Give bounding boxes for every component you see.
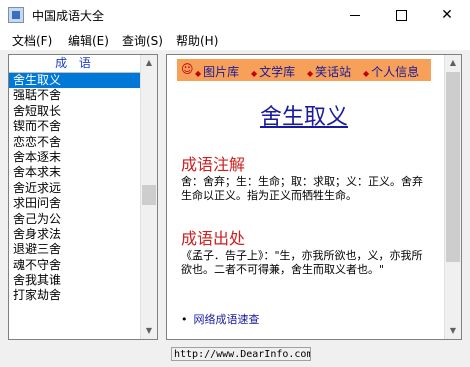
section-heading-annotation: 成语注解 (181, 155, 246, 174)
status-url: http://www.DearInfo.com (171, 347, 311, 361)
menu-file[interactable]: 文档(F) (12, 32, 52, 49)
nav-link-literature[interactable]: 文学库 (251, 63, 295, 80)
quick-lookup-link-item[interactable]: • 网络成语速查 (181, 311, 260, 327)
list-item[interactable]: 舍近求远 (9, 181, 141, 196)
list-scrollbar[interactable]: ▲ ▼ (140, 55, 157, 339)
list-item[interactable]: 舍短取长 (9, 104, 141, 119)
scroll-down-icon[interactable]: ▼ (445, 323, 461, 339)
menu-edit[interactable]: 编辑(E) (68, 32, 109, 49)
quick-lookup-link[interactable]: 网络成语速查 (194, 313, 260, 326)
minimize-icon (350, 15, 360, 16)
window-title: 中国成语大全 (32, 9, 105, 23)
content-nav-bar: ☺ 图片库 文学库 笑话站 个人信息 (177, 59, 431, 81)
list-item[interactable]: 舍己为公 (9, 212, 141, 227)
list-item[interactable]: 求田问舍 (9, 196, 141, 211)
scroll-down-icon[interactable]: ▼ (141, 323, 157, 339)
nav-link-jokes[interactable]: 笑话站 (307, 63, 351, 80)
scroll-thumb[interactable] (446, 72, 460, 262)
list-item[interactable]: 打家劫舍 (9, 288, 141, 303)
list-header: 成 语 (9, 55, 141, 73)
minimize-button[interactable] (332, 0, 378, 30)
content-scrollbar[interactable]: ▲ ▼ (444, 55, 461, 339)
menu-help[interactable]: 帮助(H) (176, 32, 218, 49)
menu-bar: 文档(F) 编辑(E) 查询(S) 帮助(H) (0, 30, 470, 50)
title-bar: 中国成语大全 ✕ (0, 0, 470, 30)
scroll-thumb[interactable] (142, 185, 156, 205)
section-body-annotation: 舍：舍弃；生：生命；取：求取；义：正义。舍弃生命以正义。指为正义而牺牲生命。 (181, 175, 423, 202)
list-item[interactable]: 舍我其谁 (9, 273, 141, 288)
smiley-icon: ☺ (181, 62, 194, 76)
list-item[interactable]: 舍生取义 (9, 73, 141, 89)
status-bar: http://www.DearInfo.com (0, 343, 470, 367)
close-icon: ✕ (441, 7, 453, 23)
menu-query[interactable]: 查询(S) (122, 32, 163, 49)
list-item[interactable]: 舍本逐末 (9, 150, 141, 165)
list-item[interactable]: 舍身求法 (9, 227, 141, 242)
section-heading-source: 成语出处 (181, 229, 246, 248)
list-item[interactable]: 恋恋不舍 (9, 135, 141, 150)
list-item[interactable]: 舍本求末 (9, 165, 141, 180)
list-item[interactable]: 锲而不舍 (9, 119, 141, 134)
maximize-button[interactable] (378, 0, 424, 30)
list-item[interactable]: 退避三舍 (9, 242, 141, 257)
list-item[interactable]: 强聒不舍 (9, 88, 141, 103)
nav-link-profile[interactable]: 个人信息 (363, 63, 419, 80)
nav-link-images[interactable]: 图片库 (195, 63, 239, 80)
idiom-list: 舍生取义 强聒不舍 舍短取长 锲而不舍 恋恋不舍 舍本逐末 舍本求末 舍近求远 … (9, 73, 141, 304)
idiom-title[interactable]: 舍生取义 (177, 99, 431, 131)
scroll-up-icon[interactable]: ▲ (141, 55, 157, 71)
bullet-icon: • (181, 313, 188, 326)
list-item[interactable]: 魂不守舍 (9, 258, 141, 273)
close-button[interactable]: ✕ (424, 0, 470, 30)
app-icon (8, 7, 24, 23)
scroll-up-icon[interactable]: ▲ (445, 55, 461, 71)
app-window: 中国成语大全 ✕ 文档(F) 编辑(E) 查询(S) 帮助(H) 成 语 舍生取… (0, 0, 470, 367)
content-panel: ☺ 图片库 文学库 笑话站 个人信息 舍生取义 成语注解 舍：舍弃；生：生命；取… (166, 54, 462, 340)
section-body-source: 《孟子．告子上》："生，亦我所欲也，义，亦我所欲也。二者不可得兼，舍生而取义者也… (181, 249, 423, 276)
maximize-icon (396, 10, 407, 21)
idiom-list-panel: 成 语 舍生取义 强聒不舍 舍短取长 锲而不舍 恋恋不舍 舍本逐末 舍本求末 舍… (8, 54, 158, 340)
